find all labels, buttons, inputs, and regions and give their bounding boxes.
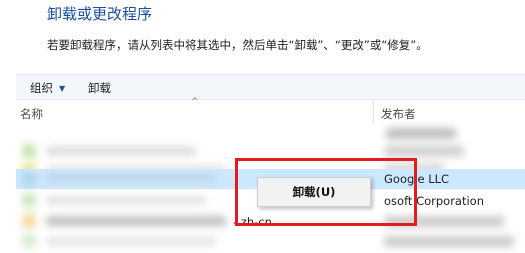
program-icon xyxy=(22,234,36,248)
column-divider[interactable] xyxy=(373,101,374,123)
redacted-publisher xyxy=(386,128,456,139)
redacted-name xyxy=(46,146,196,156)
column-header-name[interactable]: 名称 xyxy=(20,106,43,122)
redacted-name xyxy=(46,174,216,183)
column-header-publisher[interactable]: 发布者 xyxy=(381,106,416,122)
context-menu-uninstall[interactable]: 卸载(U) xyxy=(258,178,370,206)
column-headers: 名称 ^ 发布者 xyxy=(16,97,525,123)
redacted-name xyxy=(46,216,226,226)
list-item[interactable] xyxy=(16,232,525,252)
program-icon xyxy=(22,193,36,207)
organize-label: 组织 xyxy=(30,81,53,95)
list-item[interactable] xyxy=(16,124,525,144)
program-icon xyxy=(22,172,36,186)
page-title: 卸载或更改程序 xyxy=(47,5,153,23)
chevron-down-icon: ▼ xyxy=(59,84,66,93)
redacted-publisher xyxy=(384,236,514,247)
context-menu: 卸载(U) xyxy=(257,177,371,207)
toolbar: 组织 ▼ 卸载 xyxy=(16,74,525,100)
program-icon xyxy=(22,144,36,158)
redacted-name xyxy=(46,237,216,246)
sort-ascending-icon: ^ xyxy=(191,97,199,107)
program-icon xyxy=(22,214,36,228)
instruction-text: 若要卸载程序，请从列表中将其选中，然后单击“卸载”、“更改”或“修复”。 xyxy=(47,38,428,52)
redacted-publisher xyxy=(384,145,464,157)
redacted-name xyxy=(46,196,206,205)
organize-button[interactable]: 组织 ▼ xyxy=(28,79,67,97)
uninstall-toolbar-button[interactable]: 卸载 xyxy=(86,79,113,97)
